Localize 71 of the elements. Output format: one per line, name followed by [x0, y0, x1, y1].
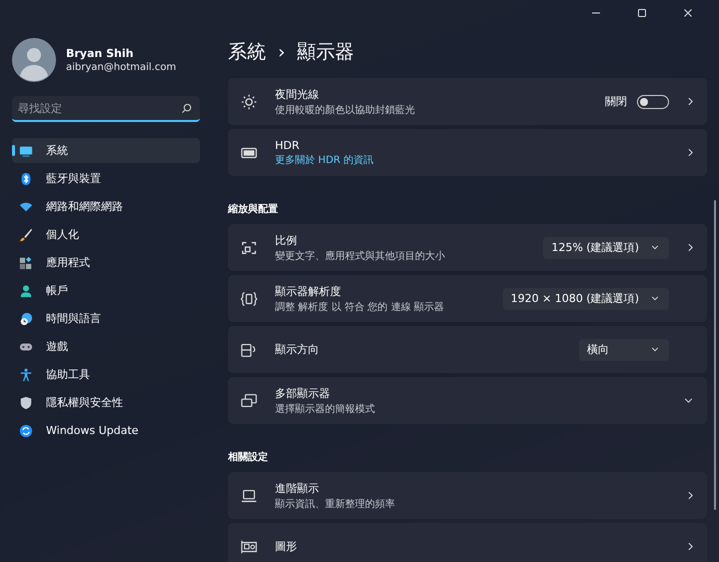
apps-icon: [19, 256, 33, 270]
chevron-down-icon[interactable]: [684, 398, 693, 403]
nav-item[interactable]: 帳戶: [12, 278, 200, 303]
chevron-right-icon: [688, 97, 693, 106]
caret-icon: [651, 245, 659, 250]
resolution-icon: [240, 290, 258, 308]
breadcrumb-separator: ›: [278, 42, 286, 62]
dropdown[interactable]: 1920 × 1080 (建議選項): [502, 288, 669, 310]
setting-description: 調整 解析度 以 符合 您的 連線 顯示器: [275, 300, 446, 314]
setting-description: 使用較暖的顏色以協助封鎖藍光: [275, 104, 416, 116]
user-name: Bryan Shih: [66, 47, 134, 60]
caret-icon: [651, 296, 659, 301]
shield-icon: [19, 396, 33, 410]
dual-monitor-icon: [240, 392, 258, 410]
avatar: [12, 38, 56, 82]
search-field[interactable]: 尋找設定: [12, 96, 200, 122]
user-email: aibryan@hotmail.com: [66, 62, 176, 73]
breadcrumb-parent[interactable]: 系統: [228, 39, 266, 65]
setting-card[interactable]: 夜間光線 使用較暖的顏色以協助封鎖藍光 關閉: [228, 78, 707, 125]
toggle-state-label: 關閉: [605, 94, 627, 109]
setting-title: 圖形: [275, 539, 298, 554]
setting-card[interactable]: 顯示方向 橫向: [228, 326, 707, 373]
chevron-right-icon: [688, 243, 693, 252]
scrollbar[interactable]: [714, 200, 716, 510]
graphics-card-icon: [240, 538, 258, 556]
chevron-right-icon: [688, 491, 693, 500]
setting-title: 顯示器解析度: [275, 284, 342, 298]
setting-card[interactable]: 顯示器解析度 調整 解析度 以 符合 您的 連線 顯示器 1920 × 1080 (建議選項): [228, 275, 707, 322]
setting-card[interactable]: 圖形: [228, 523, 707, 562]
section-heading: 縮放與配置: [228, 202, 279, 216]
setting-title: 比例: [275, 232, 298, 248]
caret-icon: [651, 347, 659, 352]
setting-title: 多部顯示器: [275, 386, 331, 400]
info-link[interactable]: 更多關於 HDR 的資訊: [275, 152, 669, 166]
nav-item[interactable]: 網路和網際網路: [12, 194, 200, 219]
nav-item[interactable]: 系統: [12, 138, 200, 163]
page-title: 顯示器: [297, 40, 354, 65]
setting-card[interactable]: HDR 更多關於 HDR 的資訊: [228, 129, 707, 176]
setting-title: 夜間光線: [275, 86, 320, 102]
toggle-switch[interactable]: [637, 94, 669, 108]
setting-card[interactable]: 多部顯示器 選擇顯示器的簡報模式: [228, 377, 707, 424]
chevron-right-icon: [688, 148, 693, 157]
nav-item[interactable]: 藍牙與裝置: [12, 166, 200, 191]
brush-icon: [19, 228, 33, 242]
nav-item[interactable]: 隱私權與安全性: [12, 390, 200, 415]
setting-card[interactable]: 比例 變更文字、應用程式與其他項目的大小 125% (建議選項): [228, 224, 707, 271]
monitor-icon: [19, 144, 33, 158]
person-icon: [19, 284, 33, 298]
setting-description: 變更文字、應用程式與其他項目的大小: [275, 250, 446, 262]
refresh-icon: [19, 424, 33, 438]
globe-clock-icon: [19, 312, 33, 326]
dropdown[interactable]: 橫向: [579, 338, 669, 360]
nav-item[interactable]: Windows Update: [12, 418, 200, 443]
nav-item[interactable]: 時間與語言: [12, 306, 200, 331]
nav-item[interactable]: 應用程式: [12, 250, 200, 275]
accessibility-icon: [19, 368, 33, 382]
setting-description: 選擇顯示器的簡報模式: [275, 402, 376, 416]
setting-title: 顯示方向: [275, 342, 320, 357]
setting-title: 進階顯示: [275, 480, 320, 496]
nav-item[interactable]: 個人化: [12, 222, 200, 247]
setting-description: 顯示資訊、重新整理的頻率: [275, 498, 396, 510]
section-heading: 相關設定: [228, 450, 269, 464]
setting-title: HDR: [275, 138, 300, 152]
nav-item[interactable]: 遊戲: [12, 334, 200, 359]
nav-item[interactable]: 協助工具: [12, 362, 200, 387]
bluetooth-icon: [19, 172, 33, 186]
setting-card[interactable]: 進階顯示 顯示資訊、重新整理的頻率: [228, 472, 707, 519]
chevron-right-icon: [688, 542, 693, 551]
search-icon[interactable]: [181, 103, 192, 114]
dropdown[interactable]: 125% (建議選項): [543, 236, 669, 258]
sun-icon: [240, 92, 258, 110]
